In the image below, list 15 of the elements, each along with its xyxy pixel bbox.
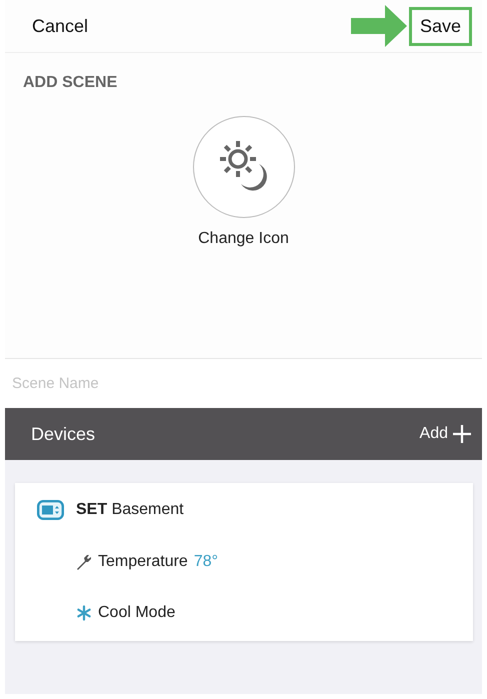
- thermostat-icon: [37, 500, 64, 520]
- plus-icon: [452, 424, 472, 444]
- save-button[interactable]: Save: [408, 6, 472, 46]
- wrench-icon: [76, 554, 92, 570]
- change-icon-label[interactable]: Change Icon: [198, 230, 289, 248]
- setting-value: 78°: [194, 552, 218, 570]
- setting-label: Temperature: [98, 552, 188, 570]
- device-name: SET Basement: [76, 501, 184, 519]
- add-button[interactable]: Add: [420, 424, 472, 444]
- snowflake-icon: [76, 604, 92, 620]
- setting-label: Cool Mode: [98, 604, 176, 622]
- devices-title: Devices: [31, 424, 96, 444]
- cancel-button[interactable]: Cancel: [32, 16, 88, 36]
- arrow-icon: [350, 5, 407, 47]
- section-title: ADD SCENE: [22, 73, 118, 92]
